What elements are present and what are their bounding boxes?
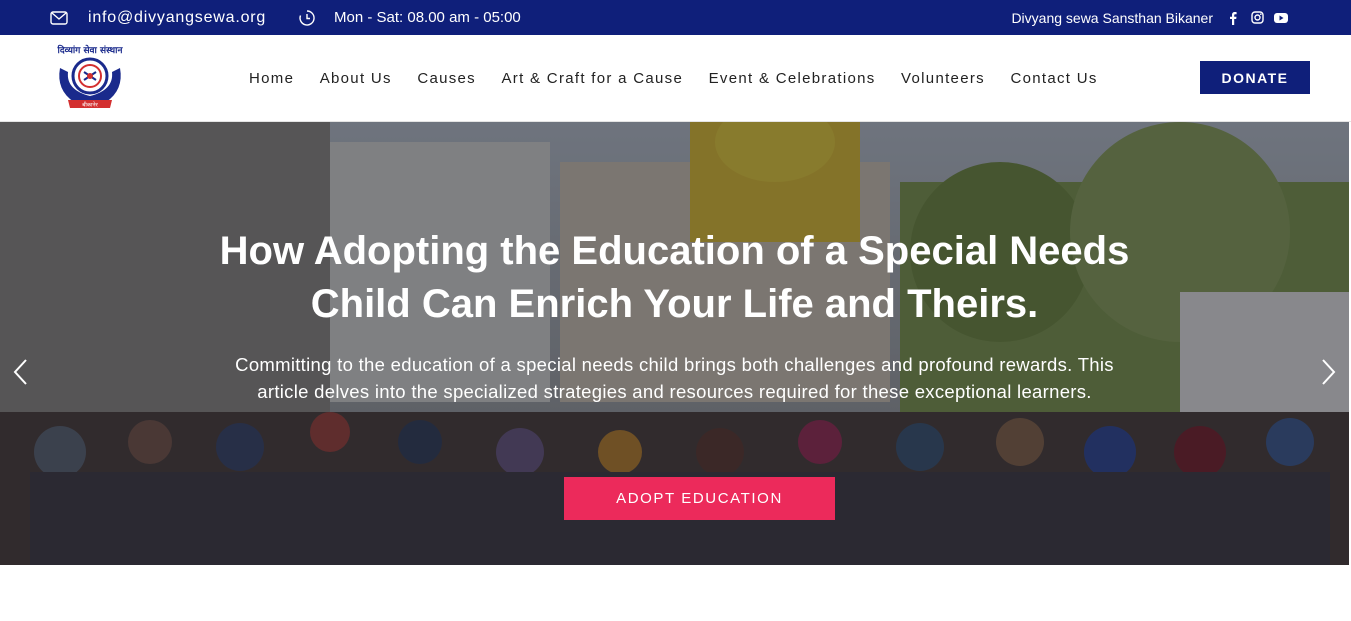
org-name: Divyang sewa Sansthan Bikaner bbox=[1011, 9, 1213, 26]
nav-events[interactable]: Event & Celebrations bbox=[709, 70, 876, 87]
facebook-icon[interactable] bbox=[1221, 11, 1245, 25]
chevron-left-icon bbox=[13, 359, 27, 385]
nav-volunteers[interactable]: Volunteers bbox=[901, 70, 985, 87]
nav-art-craft[interactable]: Art & Craft for a Cause bbox=[502, 70, 684, 87]
hero-title: How Adopting the Education of a Special … bbox=[219, 229, 1130, 326]
org-social: Divyang sewa Sansthan Bikaner bbox=[1011, 0, 1293, 35]
site-header: दिव्यांग सेवा संस्थान बीकानेर Home About… bbox=[0, 35, 1351, 122]
nav-home[interactable]: Home bbox=[249, 70, 294, 87]
nav-causes[interactable]: Causes bbox=[417, 70, 476, 87]
donate-button[interactable]: DONATE bbox=[1200, 61, 1310, 94]
hero-slider: How Adopting the Education of a Special … bbox=[0, 122, 1349, 565]
youtube-icon[interactable] bbox=[1269, 12, 1293, 23]
instagram-icon[interactable] bbox=[1245, 11, 1269, 24]
mail-icon bbox=[50, 10, 68, 25]
hours-text: Mon - Sat: 08.00 am - 05:00 bbox=[334, 9, 521, 26]
email-text[interactable]: info@divyangsewa.org bbox=[88, 9, 266, 27]
logo-top-text: दिव्यांग सेवा संस्थान bbox=[57, 44, 124, 56]
adopt-education-button[interactable]: ADOPT EDUCATION bbox=[564, 477, 835, 520]
working-hours: Mon - Sat: 08.00 am - 05:00 bbox=[298, 0, 521, 35]
nav-contact-us[interactable]: Contact Us bbox=[1010, 70, 1097, 87]
top-contact-bar: info@divyangsewa.org Mon - Sat: 08.00 am… bbox=[0, 0, 1351, 35]
slider-prev-arrow[interactable] bbox=[11, 357, 31, 387]
clock-icon bbox=[298, 9, 316, 27]
slider-next-arrow[interactable] bbox=[1318, 357, 1338, 387]
social-links bbox=[1221, 11, 1293, 25]
hero-description: Committing to the education of a special… bbox=[235, 354, 1114, 402]
site-logo[interactable]: दिव्यांग सेवा संस्थान बीकानेर bbox=[52, 42, 128, 116]
nav-about-us[interactable]: About Us bbox=[320, 70, 392, 87]
chevron-right-icon bbox=[1322, 359, 1336, 385]
logo-bottom-text: बीकानेर bbox=[82, 102, 98, 109]
email-contact[interactable]: info@divyangsewa.org bbox=[50, 0, 266, 35]
main-navigation: Home About Us Causes Art & Craft for a C… bbox=[249, 35, 1123, 121]
